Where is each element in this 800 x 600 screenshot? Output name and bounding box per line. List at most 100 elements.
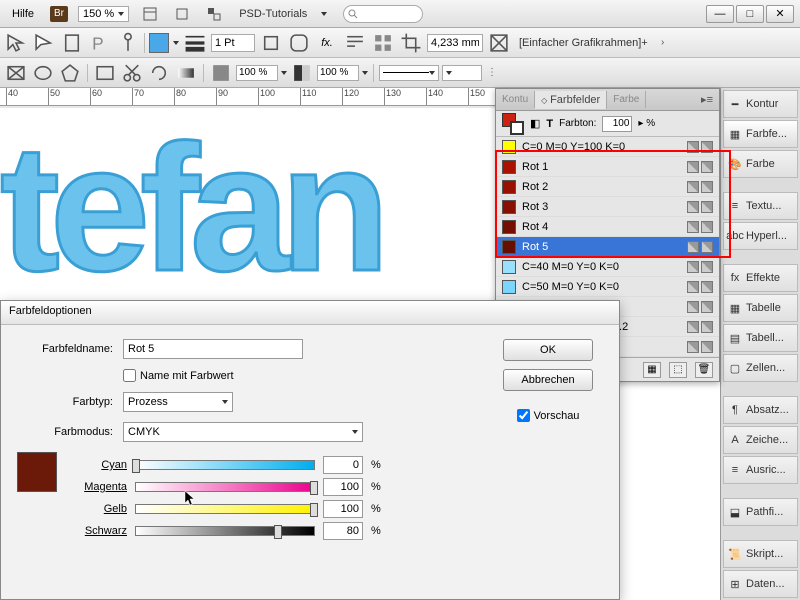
menu-help[interactable]: Hilfe [6, 6, 40, 22]
farbton-input[interactable] [602, 116, 632, 132]
bridge-icon[interactable]: Br [50, 6, 68, 22]
black-slider[interactable] [135, 526, 315, 536]
panel-tab-ausric[interactable]: ≡Ausric... [723, 456, 798, 484]
ruler-tick: 130 [384, 88, 401, 105]
rect-frame-tool-icon[interactable] [4, 62, 28, 84]
chevron-down-icon [362, 71, 368, 75]
panel-tab-textu[interactable]: ≡Textu... [723, 192, 798, 220]
swatch-row[interactable]: Rot 5 [496, 237, 719, 257]
minimize-button[interactable]: — [706, 5, 734, 23]
measurement-input[interactable] [427, 34, 483, 52]
panel-tab-absatz[interactable]: ¶Absatz... [723, 396, 798, 424]
magenta-slider[interactable] [135, 482, 315, 492]
magenta-value-input[interactable] [323, 478, 363, 496]
swatch-row[interactable]: Rot 2 [496, 177, 719, 197]
cancel-button[interactable]: Abbrechen [503, 369, 593, 391]
tab-farbe[interactable]: Farbe [607, 91, 646, 108]
type-tool-icon[interactable]: P [88, 32, 112, 54]
tab-farbfelder[interactable]: ◇ Farbfelder [535, 91, 607, 109]
swatch-row[interactable]: C=50 M=0 Y=0 K=0 [496, 277, 719, 297]
panel-menu-icon[interactable]: ▸≡ [695, 93, 719, 106]
swatch-row[interactable]: Rot 4 [496, 217, 719, 237]
black-value-input[interactable] [323, 522, 363, 540]
tab-kontur[interactable]: Kontu [496, 91, 535, 108]
expand-icon[interactable]: › [656, 36, 670, 50]
panel-tab-tabell[interactable]: ▤Tabell... [723, 324, 798, 352]
view-options-icon[interactable] [139, 4, 161, 24]
fill-stroke-indicator[interactable] [502, 113, 524, 135]
panel-tab-zellen[interactable]: ▢Zellen... [723, 354, 798, 382]
search-input[interactable] [343, 5, 423, 23]
crop-icon[interactable] [399, 32, 423, 54]
opacity-input[interactable] [236, 65, 278, 81]
cyan-value-input[interactable] [323, 456, 363, 474]
poly-frame-tool-icon[interactable] [58, 62, 82, 84]
color-mode-label: Farbmodus: [17, 426, 113, 438]
maximize-button[interactable]: □ [736, 5, 764, 23]
panel-tab-farbfe[interactable]: ▦Farbfe... [723, 120, 798, 148]
object-target-icon[interactable]: ◧ [530, 117, 540, 130]
effects-icon[interactable]: fx. [315, 32, 339, 54]
close-button[interactable]: ✕ [766, 5, 794, 23]
anchor-tool-icon[interactable] [116, 32, 140, 54]
panel-tab-skript[interactable]: 📜Skript... [723, 540, 798, 568]
yellow-value-input[interactable] [323, 500, 363, 518]
panel-tab-pathfi[interactable]: ⬓Pathfi... [723, 498, 798, 526]
text-target-icon[interactable]: T [546, 118, 553, 130]
expand-icon[interactable]: ⋮ [485, 66, 499, 80]
swatch-kind-icon [687, 281, 699, 293]
top-menubar: Hilfe Br 150 % PSD-Tutorials — □ ✕ [0, 0, 800, 28]
object-style-label[interactable]: [Einfacher Grafikrahmen]+ [515, 37, 652, 49]
gradient-tool-icon[interactable] [174, 62, 198, 84]
yellow-label: Gelb [71, 503, 127, 515]
ellipse-frame-tool-icon[interactable] [31, 62, 55, 84]
selection-tool-icon[interactable] [4, 32, 28, 54]
preview-checkbox[interactable]: Vorschau [517, 409, 580, 422]
color-type-select[interactable]: Prozess [123, 392, 233, 412]
panel-tab-hyperl[interactable]: abcHyperl... [723, 222, 798, 250]
delete-swatch-button[interactable]: 🗑 [695, 362, 713, 378]
scissors-tool-icon[interactable] [120, 62, 144, 84]
stroke-style-select[interactable] [379, 65, 439, 81]
page-tool-icon[interactable] [60, 32, 84, 54]
new-folder-button[interactable]: ⬚ [669, 362, 687, 378]
panel-tab-label: Effekte [746, 272, 780, 284]
direct-select-icon[interactable] [32, 32, 56, 54]
corner-options-icon[interactable] [287, 32, 311, 54]
panel-tab-daten[interactable]: ⊞Daten... [723, 570, 798, 598]
panel-tab-effekte[interactable]: fxEffekte [723, 264, 798, 292]
swatch-name: Rot 3 [522, 201, 681, 213]
rotate-tool-icon[interactable] [147, 62, 171, 84]
swatch-row[interactable]: C=0 M=0 Y=100 K=0 [496, 137, 719, 157]
arrow-start-select[interactable] [442, 65, 482, 81]
panel-tab-farbe[interactable]: 🎨Farbe [723, 150, 798, 178]
color-mode-select[interactable]: CMYK [123, 422, 363, 442]
stroke-weight-icon [183, 32, 207, 54]
frame-icon[interactable] [487, 32, 511, 54]
new-swatch-button[interactable]: ▦ [643, 362, 661, 378]
yellow-slider[interactable] [135, 504, 315, 514]
fill-color-swatch[interactable] [149, 33, 169, 53]
stroke-weight-input[interactable] [211, 34, 255, 52]
ok-button[interactable]: OK [503, 339, 593, 361]
text-wrap-icon[interactable] [343, 32, 367, 54]
panel-tab-zeiche[interactable]: AZeiche... [723, 426, 798, 454]
grid-icon[interactable] [371, 32, 395, 54]
rect-tool-icon[interactable] [93, 62, 117, 84]
cyan-slider[interactable] [135, 460, 315, 470]
screen-mode-icon[interactable] [171, 4, 193, 24]
swatch-row[interactable]: Rot 1 [496, 157, 719, 177]
swatch-name-input[interactable] [123, 339, 303, 359]
arrange-icon[interactable] [203, 4, 225, 24]
workspace-label[interactable]: PSD-Tutorials [235, 8, 311, 20]
swatch-mode-icon [701, 141, 713, 153]
panel-tab-tabelle[interactable]: ▦Tabelle [723, 294, 798, 322]
name-with-value-checkbox[interactable]: Name mit Farbwert [123, 369, 234, 382]
zoom-select[interactable]: 150 % [78, 6, 129, 22]
swatch-row[interactable]: Rot 3 [496, 197, 719, 217]
swatch-row[interactable]: C=40 M=0 Y=0 K=0 [496, 257, 719, 277]
tint-input[interactable] [317, 65, 359, 81]
grid-icon: ▦ [728, 127, 742, 141]
panel-tab-kontur[interactable]: ━Kontur [723, 90, 798, 118]
align-stroke-icon[interactable] [259, 32, 283, 54]
